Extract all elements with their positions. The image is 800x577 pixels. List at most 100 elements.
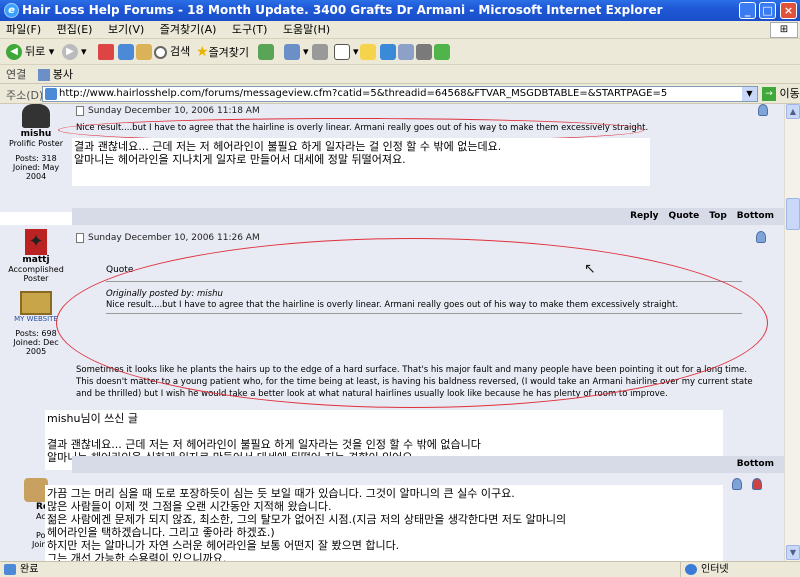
post-author-panel: mishu Prolific Poster Posts: 318 Joined:… [0,104,72,212]
back-button[interactable]: ◀ 뒤로 ▾ [6,42,54,62]
alert-icon[interactable] [752,478,762,490]
author-post-count: Posts: 318 [15,154,57,163]
links-label: 연결 [6,68,27,81]
search-button[interactable]: 검색 [154,42,190,62]
address-input[interactable]: http://www.hairlosshelp.com/forums/messa… [42,86,758,102]
links-item[interactable]: 봉사 [37,68,73,81]
document-icon [76,106,84,116]
favorites-button[interactable]: ★즐겨찾기 [196,42,249,62]
favorites-label: 즐겨찾기 [208,46,250,59]
author-rank: Prolific Poster [8,139,64,148]
stop-icon [98,44,114,60]
discuss-button[interactable] [360,42,379,62]
search-label: 검색 [170,45,191,58]
mail-icon [284,44,300,60]
korean-translation: 결과 괜찮네요... 근데 저는 저 헤어라인이 불필요 하게 일자라는 걸 인… [72,138,650,186]
menu-tools[interactable]: 도구(T) [226,21,274,39]
links-item-label: 봉사 [52,68,73,81]
extra-button[interactable] [434,42,453,62]
bottom-link[interactable]: Bottom [737,208,774,225]
forward-button[interactable]: ▶ ▾ [62,42,87,62]
bottom-link[interactable]: Bottom [737,456,774,473]
edit-button[interactable]: ▾ [334,42,359,62]
search-icon [154,45,167,59]
highlight-circle [56,238,768,408]
go-button[interactable]: → 이동 [762,86,800,102]
refresh-icon [118,44,134,60]
scroll-down-arrow-icon[interactable]: ▼ [786,545,800,560]
quote-link[interactable]: Quote [669,208,700,225]
menu-help[interactable]: 도움말(H) [277,21,336,39]
avatar [22,104,50,128]
address-url: http://www.hairlosshelp.com/forums/messa… [59,88,668,99]
scroll-up-arrow-icon[interactable]: ▲ [786,104,800,119]
dropdown-arrow-icon[interactable]: ▼ [742,87,757,101]
author-name[interactable]: mattj [0,255,72,265]
status-text: 완료 [20,564,39,575]
history-button[interactable] [258,42,277,62]
window-title-bar[interactable]: e Hair Loss Help Forums - 18 Month Updat… [0,0,800,21]
print-icon [312,44,328,60]
post-date-text: Sunday December 10, 2006 11:26 AM [88,233,260,243]
author-joined: Joined: Dec 2005 [13,338,59,356]
windows-logo-icon: ⊞ [770,22,798,38]
star-icon: ★ [196,44,209,60]
reply-link[interactable]: Reply [630,208,658,225]
research-icon [398,44,414,60]
window-title: Hair Loss Help Forums - 18 Month Update.… [22,3,663,17]
post-date: Sunday December 10, 2006 11:18 AM [72,104,784,118]
address-label: 주소(D) [6,89,44,102]
messenger-icon [380,44,396,60]
vertical-scrollbar[interactable]: ▲ ▼ [784,104,800,561]
menu-favorites[interactable]: 즐겨찾기(A) [154,21,223,39]
zone-label: 인터넷 [701,564,729,575]
maximize-button[interactable]: □ [759,2,776,19]
menu-view[interactable]: 보기(V) [102,21,150,39]
post-actions-bar: Bottom [72,456,784,473]
page-icon [45,88,57,100]
status-bar: 완료 인터넷 [0,561,800,577]
back-arrow-icon: ◀ [6,44,22,60]
go-label: 이동 [779,87,800,100]
ie-logo-icon: e [4,3,19,18]
bulb-icon[interactable] [732,478,742,490]
bulb-icon[interactable] [758,104,768,116]
stop-button[interactable] [98,42,117,62]
menu-edit[interactable]: 편집(E) [51,21,99,39]
author-rank: Accomplished Poster [8,265,64,283]
menu-file[interactable]: 파일(F) [0,21,47,39]
discuss-icon [360,44,376,60]
messenger-button[interactable] [380,42,399,62]
home-button[interactable] [136,42,155,62]
close-button[interactable]: × [780,2,797,19]
document-icon [76,233,84,243]
forward-arrow-icon: ▶ [62,44,78,60]
print-button[interactable] [312,42,331,62]
links-bar: 연결 봉사 [0,65,800,84]
website-icon[interactable] [20,291,52,315]
gear-icon [416,44,432,60]
go-arrow-icon: → [762,87,776,101]
page-done-icon [4,564,16,575]
author-joined: Joined: May 2004 [12,163,60,181]
page-icon [37,69,50,81]
refresh-button[interactable] [118,42,137,62]
page-content: mishu Prolific Poster Posts: 318 Joined:… [0,104,784,561]
security-zone: 인터넷 [680,562,729,577]
back-label: 뒤로 [25,45,46,58]
edit-icon [334,44,350,60]
post-actions-bar: Reply Quote Top Bottom [72,208,784,225]
research-button[interactable] [398,42,417,62]
tools-button[interactable] [416,42,435,62]
mail-button[interactable]: ▾ [284,42,309,62]
scrollbar-thumb[interactable] [786,198,800,230]
korean-translation: 가끔 그는 머리 심을 때 도로 포장하듯이 심는 듯 보일 때가 있습니다. … [45,485,723,561]
globe-icon [685,564,697,575]
minimize-button[interactable]: _ [739,2,756,19]
history-icon [258,44,274,60]
toolbar: ◀ 뒤로 ▾ ▶ ▾ 검색 ★즐겨찾기 ▾ ▾ [0,39,800,65]
menu-bar: 파일(F) 편집(E) 보기(V) 즐겨찾기(A) 도구(T) 도움말(H) ⊞ [0,21,800,39]
top-link[interactable]: Top [709,208,727,225]
post-date-text: Sunday December 10, 2006 11:18 AM [88,106,260,116]
bulb-icon[interactable] [756,231,766,243]
